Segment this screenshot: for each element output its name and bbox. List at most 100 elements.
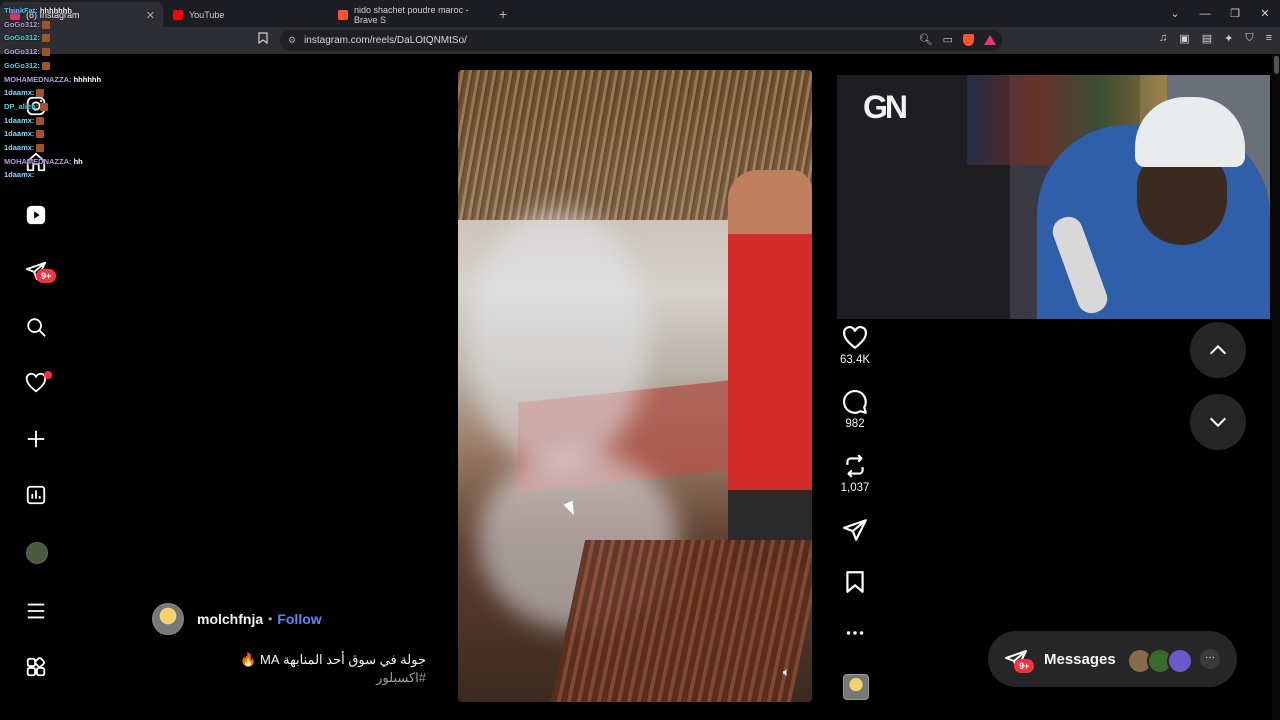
close-tab-icon[interactable]: ✕: [146, 9, 155, 22]
brave-shields-icon[interactable]: [963, 33, 974, 46]
like-action[interactable]: 63.4K: [838, 325, 872, 366]
save-action[interactable]: [838, 569, 872, 595]
chat-username: DP_alien:: [4, 101, 39, 111]
chat-message: DP_alien:: [4, 100, 101, 114]
wallet-icon[interactable]: ▤: [1202, 32, 1212, 45]
audio-thumbnail[interactable]: [843, 674, 869, 700]
chat-message: 1daamx:: [4, 168, 101, 182]
vpn-shield-icon[interactable]: ⛉: [1245, 32, 1253, 45]
messages-label: Messages: [1044, 651, 1116, 668]
next-reel-button[interactable]: [1190, 394, 1246, 450]
site-info-icon[interactable]: ⚙: [288, 35, 296, 46]
browser-tab-bar: (8) Instagram ✕ YouTube nido shachet pou…: [0, 0, 1280, 27]
video-frame-grill: [550, 540, 812, 702]
url-field[interactable]: ⚙ instagram.com/reels/DaLOtQNMtSo/ 🔍︎ ▭: [280, 30, 1002, 51]
more-menu-icon[interactable]: [24, 599, 48, 623]
zoom-icon[interactable]: 🔍︎: [919, 33, 933, 46]
volume-icon[interactable]: 🔈︎: [783, 665, 790, 680]
chat-username: GoGo312:: [4, 19, 40, 29]
video-frame-person: [728, 170, 812, 570]
chat-message: GoGo312:: [4, 18, 101, 32]
search-icon[interactable]: [24, 315, 48, 339]
bookmark-icon[interactable]: [842, 569, 868, 595]
menu-icon[interactable]: ≡: [1266, 32, 1272, 45]
author-username[interactable]: molchfnja: [197, 611, 263, 627]
streamer-logo: GN: [863, 89, 908, 125]
tab-brave-search[interactable]: nido shachet poudre maroc - Brave S: [328, 2, 493, 27]
reel-caption: جولة في سوق أحد المنابهة MA 🔥: [240, 652, 426, 667]
tab-label: nido shachet poudre maroc - Brave S: [354, 4, 469, 25]
chat-emote-icon: [36, 116, 45, 125]
share-action[interactable]: [838, 517, 872, 543]
sidebar-icon[interactable]: ▣: [1179, 32, 1189, 45]
more-dots-icon[interactable]: [842, 620, 868, 646]
messages-pill[interactable]: 9+ Messages ···: [988, 631, 1237, 687]
chat-emote-icon: [41, 61, 50, 70]
maximize-icon[interactable]: ❐: [1220, 7, 1250, 20]
close-window-icon[interactable]: ✕: [1250, 7, 1280, 20]
reel-hashtag[interactable]: #اكسبلور: [236, 670, 426, 686]
chat-emote-icon: [41, 34, 50, 43]
reels-icon[interactable]: [24, 203, 48, 227]
chat-username: 1daamx:: [4, 115, 35, 125]
dashboard-icon[interactable]: [24, 483, 48, 507]
chat-emote-icon: [36, 144, 45, 153]
share-icon[interactable]: [842, 517, 868, 543]
stream-chat-overlay: ThinkFat: hhhhhhh GoGo312: GoGo312: GoGo312…: [4, 4, 101, 182]
heart-icon[interactable]: [842, 325, 868, 351]
comment-icon[interactable]: [842, 389, 868, 415]
comment-action[interactable]: 982: [838, 389, 872, 430]
chat-text: hhhhhhh: [37, 6, 72, 15]
chat-message: 1daamx:: [4, 114, 101, 128]
bookmark-icon[interactable]: [258, 32, 268, 47]
leo-ai-icon[interactable]: ✦: [1224, 32, 1233, 45]
brave-favicon: [338, 9, 348, 20]
toolbar-icons: ♫ ▣ ▤ ✦ ⛉ ≡: [1159, 32, 1272, 45]
webcam-person-face: [1137, 155, 1227, 245]
comment-count: 982: [845, 418, 865, 430]
chevron-down-icon: [1209, 417, 1227, 428]
reel-author: molchfnja • Follow: [152, 603, 322, 635]
apps-icon[interactable]: [24, 655, 48, 679]
chat-message: 1daamx:: [4, 127, 101, 141]
like-count: 63.4K: [839, 354, 871, 366]
messages-more-icon: ···: [1200, 649, 1220, 669]
chat-username: GoGo312:: [4, 33, 40, 43]
media-icon[interactable]: ♫: [1159, 32, 1167, 45]
chat-username: 1daamx:: [4, 170, 35, 180]
messages-pill-badge: 9+: [1014, 659, 1035, 673]
profile-avatar[interactable]: [26, 542, 48, 564]
page-scrollbar[interactable]: [1272, 54, 1280, 720]
chat-message: MOHAMEDNAZZA: hh: [4, 155, 101, 169]
chat-emote-icon: [40, 102, 49, 111]
repost-icon[interactable]: [842, 453, 868, 479]
chat-message: MOHAMEDNAZZA: hhhhhh: [4, 73, 101, 87]
tab-search-icon[interactable]: ⌄: [1160, 7, 1190, 20]
chevron-up-icon: [1209, 344, 1227, 355]
previous-reel-button[interactable]: [1190, 322, 1246, 378]
cast-icon[interactable]: ▭: [943, 33, 953, 46]
more-options-action[interactable]: [838, 620, 872, 646]
author-avatar[interactable]: [152, 603, 184, 635]
video-frame-smoke: [468, 210, 648, 470]
minimize-icon[interactable]: —: [1190, 8, 1220, 20]
chat-username: MOHAMEDNAZZA:: [4, 156, 72, 166]
chat-message: GoGo312:: [4, 31, 101, 45]
chat-message: 1daamx:: [4, 86, 101, 100]
page-scrollbar-thumb[interactable]: [1274, 56, 1279, 74]
chat-username: GoGo312:: [4, 47, 40, 57]
create-icon[interactable]: [24, 427, 48, 451]
chat-message: ThinkFat: hhhhhhh: [4, 4, 101, 18]
reel-video[interactable]: 🔈︎: [458, 70, 812, 702]
brave-rewards-icon[interactable]: [984, 34, 996, 45]
repost-action[interactable]: 1,037: [838, 453, 872, 494]
chat-username: MOHAMEDNAZZA:: [4, 74, 72, 84]
chat-username: GoGo312:: [4, 60, 40, 70]
new-tab-button[interactable]: +: [499, 2, 507, 27]
window-controls: ⌄ — ❐ ✕: [1160, 0, 1280, 27]
notification-dot: [44, 371, 52, 379]
chat-username: ThinkFat:: [4, 6, 38, 15]
follow-button[interactable]: Follow: [277, 611, 321, 627]
streamer-webcam: GN: [837, 75, 1270, 319]
tab-youtube[interactable]: YouTube: [163, 2, 328, 27]
